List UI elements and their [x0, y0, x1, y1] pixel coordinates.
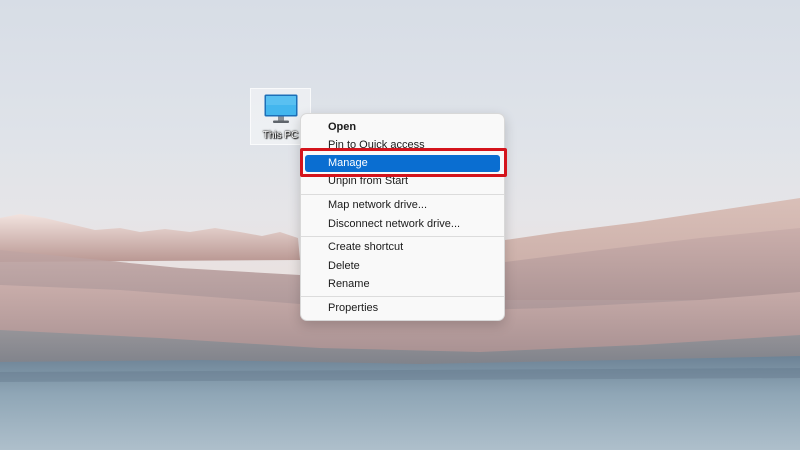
- menu-item-delete[interactable]: Delete: [305, 258, 500, 275]
- menu-item-rename[interactable]: Rename: [305, 276, 500, 293]
- menu-item-manage[interactable]: Manage: [305, 155, 500, 172]
- menu-item-disconnect-network-drive[interactable]: Disconnect network drive...: [305, 216, 500, 233]
- menu-item-pin-to-quick-access[interactable]: Pin to Quick access: [305, 137, 500, 154]
- menu-item-map-network-drive[interactable]: Map network drive...: [305, 197, 500, 214]
- desktop: This PC Open Pin to Quick access Manage …: [0, 0, 800, 450]
- menu-separator: [301, 296, 504, 297]
- menu-item-unpin-from-start[interactable]: Unpin from Start: [305, 173, 500, 190]
- menu-separator: [301, 194, 504, 195]
- context-menu: Open Pin to Quick access Manage Unpin fr…: [300, 113, 505, 321]
- menu-item-properties[interactable]: Properties: [305, 300, 500, 317]
- monitor-icon: [264, 94, 298, 123]
- menu-separator: [301, 236, 504, 237]
- menu-item-open[interactable]: Open: [305, 119, 500, 136]
- menu-item-create-shortcut[interactable]: Create shortcut: [305, 239, 500, 256]
